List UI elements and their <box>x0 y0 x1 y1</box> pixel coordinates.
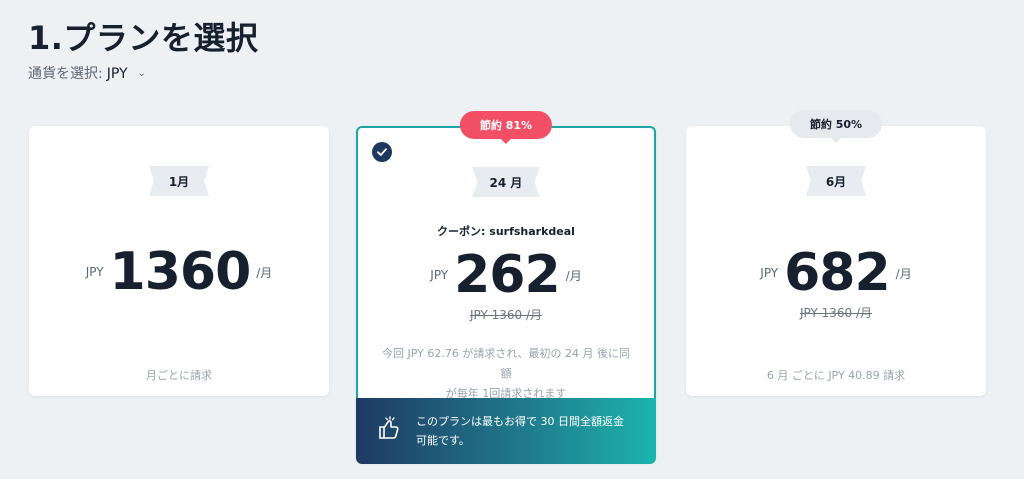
thumbs-up-icon <box>374 414 402 448</box>
plan-period-ribbon: 1月 <box>149 166 209 196</box>
money-back-text: このプランは最もお得で 30 日間全額返金 可能です。 <box>416 412 638 450</box>
plan-card-24-months[interactable]: 節約 81% 24 月 クーポン: surfsharkdeal JPY 262 … <box>356 111 656 464</box>
plan-period-ribbon: 24 月 <box>472 167 540 197</box>
save-badge: 節約 81% <box>459 111 553 139</box>
money-back-banner: このプランは最もお得で 30 日間全額返金 可能です。 <box>356 398 656 464</box>
billing-note: 今回 JPY 62.76 が請求され、最初の 24 月 後に同額 が毎年 1回請… <box>378 344 634 404</box>
currency-prefix: JPY <box>760 266 779 280</box>
currency-label: 通貨を選択: <box>28 66 103 82</box>
page-title: 1.プランを選択 <box>28 19 259 57</box>
promo-line-2: 可能です。 <box>416 434 470 447</box>
price-row: JPY 262 /月 <box>358 247 654 303</box>
save-badge: 節約 50% <box>789 110 883 138</box>
promo-line-1: このプランは最もお得で 30 日間全額返金 <box>416 415 624 428</box>
price-row: JPY 1360 /月 <box>29 244 329 300</box>
billing-note: 6 月 ごとに JPY 40.89 請求 <box>766 369 906 382</box>
plan-card-6-months[interactable]: 節約 50% 6月 JPY 682 /月 JPY 1360 /月 6 月 ごとに… <box>686 110 986 396</box>
currency-selector[interactable]: 通貨を選択: JPY ⌄ <box>28 64 146 84</box>
selected-check-icon <box>372 142 392 162</box>
price-per: /月 <box>895 266 912 281</box>
original-price: JPY 1360 /月 <box>799 306 873 320</box>
price-amount: 682 <box>784 243 891 303</box>
billing-note: 月ごとに請求 <box>146 369 212 382</box>
price-row: JPY 682 /月 <box>686 245 986 301</box>
currency-prefix: JPY <box>85 265 104 279</box>
chevron-down-icon[interactable]: ⌄ <box>138 64 146 84</box>
coupon-text: クーポン: surfsharkdeal <box>437 225 575 238</box>
price-per: /月 <box>256 265 273 280</box>
currency-prefix: JPY <box>430 268 449 282</box>
currency-value[interactable]: JPY <box>107 64 128 84</box>
price-per: /月 <box>565 268 582 283</box>
price-amount: 262 <box>454 245 561 305</box>
plan-period-ribbon: 6月 <box>806 166 866 196</box>
plan-card-1-month[interactable]: 1月 JPY 1360 /月 月ごとに請求 <box>29 126 329 396</box>
price-amount: 1360 <box>109 242 252 302</box>
original-price: JPY 1360 /月 <box>469 308 543 322</box>
billing-note-line-1: 今回 JPY 62.76 が請求され、最初の 24 月 後に同額 <box>382 347 630 380</box>
